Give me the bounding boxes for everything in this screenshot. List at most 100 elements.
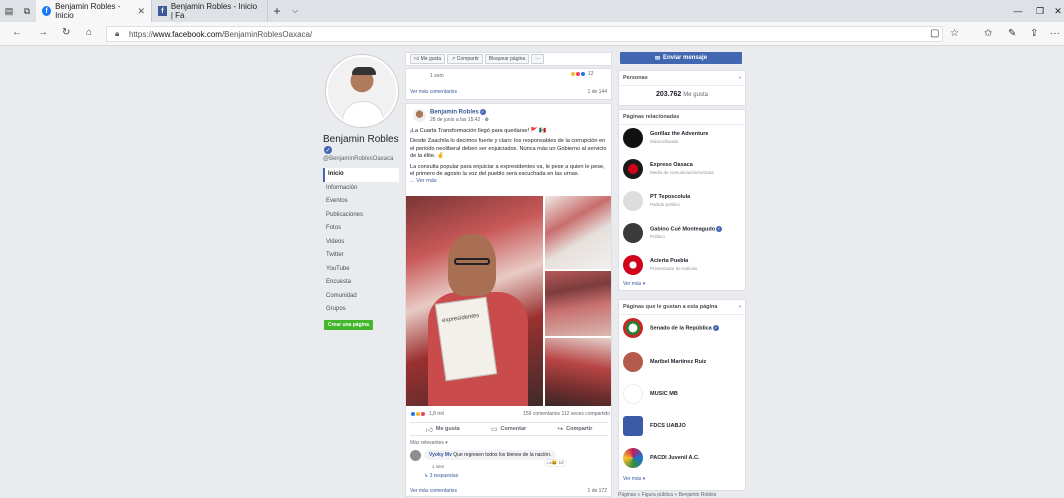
facebook-page: Benjamin Robles ✓ @BenjaminRoblesOaxaca … <box>0 46 1064 498</box>
facebook-favicon-icon: f <box>158 6 167 16</box>
share-button[interactable]: ↪ Compartir <box>557 425 592 433</box>
new-tab-button[interactable]: + <box>268 0 286 22</box>
share-icon[interactable]: ⇪ <box>1030 28 1038 39</box>
liked-page-item[interactable]: MUSIC MB <box>623 384 743 408</box>
replies-link[interactable]: ↳ 3 respuestas <box>424 473 458 479</box>
chevron-right-icon[interactable]: › <box>739 75 741 81</box>
related-see-more-link[interactable]: Ver más ▾ <box>623 281 645 287</box>
post-author-avatar[interactable] <box>413 109 426 122</box>
favorites-hub-icon[interactable]: ✩ <box>984 28 992 39</box>
nav-grupos[interactable]: Grupos <box>323 303 399 317</box>
prev-comment-count: 1 de 144 <box>587 89 607 95</box>
liked-page-item[interactable]: Senado de la República ✓ <box>623 318 743 342</box>
breadcrumb[interactable]: Páginas » Figura pública » Benjamin Robl… <box>618 492 716 498</box>
related-page-item[interactable]: Gabino Cué Monteagudo ✓ Político <box>623 223 743 247</box>
messenger-icon: ✉ <box>654 55 660 62</box>
pen-notes-icon[interactable]: ✎ <box>1008 28 1016 39</box>
related-page-item[interactable]: Expreso Oaxaca Medio de comunicación/not… <box>623 159 743 183</box>
post-photo-main[interactable]: expresidentes <box>406 196 543 406</box>
send-message-button[interactable]: ✉ Enviar mensaje <box>620 52 742 64</box>
post-photo-4[interactable] <box>545 338 611 406</box>
more-icon[interactable]: ··· <box>1050 28 1060 39</box>
comment-sort-dropdown[interactable]: Más relevantes ▾ <box>410 440 448 446</box>
commenter-name[interactable]: Vyoky Mv <box>429 452 452 458</box>
liked-see-more-link[interactable]: Ver más ▾ <box>623 476 645 482</box>
verified-badge-icon: ✓ <box>324 146 332 154</box>
close-tab-icon[interactable]: ✕ <box>137 6 145 17</box>
page-title[interactable]: Benjamin Robles <box>323 134 399 145</box>
tab-benjamin-robles[interactable]: f Benjamin Robles - Inicio ✕ <box>36 0 152 22</box>
nav-comunidad[interactable]: Comunidad <box>323 290 399 304</box>
liked-page-item[interactable]: Maribel Martínez Ruiz <box>623 352 743 376</box>
see-more-link[interactable]: ... Ver más <box>410 178 437 184</box>
home-icon[interactable]: ⌂ <box>86 27 92 38</box>
commenter-avatar[interactable] <box>410 450 421 461</box>
thumbs-up-icon: 👍︎ <box>425 426 433 434</box>
liked-page-avatar <box>623 318 643 338</box>
block-page-button[interactable]: Bloquear página <box>484 54 530 64</box>
url-input[interactable]: 🔒︎ https://www.facebook.com/BenjaminRobl… <box>106 26 943 42</box>
liked-pages-card: Páginas que le gustan a esta página › Sen… <box>618 299 746 491</box>
nav-youtube[interactable]: YouTube <box>323 263 399 277</box>
related-page-avatar <box>623 128 643 148</box>
related-page-item[interactable]: PT Teposcolula Partido político <box>623 191 743 215</box>
back-icon[interactable]: ← <box>12 27 22 38</box>
liked-page-item[interactable]: FDCS UABJO <box>623 416 743 440</box>
post-photo-2[interactable] <box>545 196 611 269</box>
nav-twitter[interactable]: Twitter <box>323 249 399 263</box>
related-page-item[interactable]: Gorillaz the Adventure Músico/banda <box>623 128 743 152</box>
nav-videos[interactable]: Videos <box>323 236 399 250</box>
post-actions: 👍︎ Me gusta ▭ Comentar ↪ Compartir <box>410 422 608 436</box>
nav-fotos[interactable]: Fotos <box>323 222 399 236</box>
tab-benjamin-robles-2[interactable]: f Benjamin Robles - Inicio | Fa <box>152 0 268 22</box>
liked-page-item[interactable]: PACDI Juvenil A.C. <box>623 448 743 472</box>
prev-post-time: 1 sem <box>430 73 444 79</box>
comment-time[interactable]: 1 sem <box>432 464 444 469</box>
minimize-button[interactable]: — <box>1006 0 1030 22</box>
related-page-avatar <box>623 191 643 211</box>
globe-icon: 🌐︎ <box>484 117 489 123</box>
chevron-right-icon[interactable]: › <box>739 304 741 310</box>
share-page-button[interactable]: ↗ Compartir <box>447 54 483 64</box>
nav-publicaciones[interactable]: Publicaciones <box>323 209 399 223</box>
people-title[interactable]: Personas <box>623 75 648 81</box>
love-reaction-icon[interactable] <box>420 411 426 417</box>
liked-title[interactable]: Páginas que le gustan a esta página <box>623 304 717 310</box>
refresh-icon[interactable]: ↻ <box>62 27 70 38</box>
related-page-item[interactable]: Acierta Puebla Presentador de noticias <box>623 255 743 279</box>
more-options-button[interactable]: ··· <box>531 54 545 64</box>
forward-icon[interactable]: → <box>38 27 48 38</box>
left-nav: Inicio Información Eventos Publicaciones… <box>323 168 399 317</box>
comment-reactions[interactable]: 👍︎😆 13 <box>545 460 566 466</box>
nav-eventos[interactable]: Eventos <box>323 195 399 209</box>
like-button[interactable]: 👍︎ Me gusta <box>426 425 460 434</box>
post-photo-grid: expresidentes <box>406 196 611 406</box>
nav-inicio[interactable]: Inicio <box>323 168 399 182</box>
comment-share-stats[interactable]: 159 comentarios 112 veces compartido <box>523 411 610 417</box>
prev-more-comments-link[interactable]: Ver más comentarios <box>410 89 457 95</box>
comment-icon: ▭ <box>490 426 498 433</box>
tab-actions-icon[interactable]: ▤ <box>0 0 18 22</box>
close-window-button[interactable]: ✕ <box>1046 0 1064 22</box>
like-page-button[interactable]: 👍︎ Me gusta <box>410 54 446 64</box>
favorite-star-icon[interactable]: ☆ <box>950 28 959 39</box>
post-photo-3[interactable] <box>545 271 611 336</box>
nav-encuesta[interactable]: Encuesta <box>323 276 399 290</box>
comment-count: 1 de 172 <box>587 488 607 494</box>
tab-list-chevron-icon[interactable]: ⌵ <box>286 0 304 22</box>
related-pages-card: Páginas relacionadas Gorillaz the Advent… <box>618 109 746 291</box>
facebook-favicon-icon: f <box>42 6 52 16</box>
reading-view-icon[interactable]: ▢ <box>930 28 939 39</box>
more-comments-link[interactable]: Ver más comentarios <box>410 488 457 494</box>
nav-informacion[interactable]: Información <box>323 182 399 196</box>
comment-button[interactable]: ▭ Comentar <box>491 425 526 433</box>
reaction-count[interactable]: 1,8 mil <box>429 411 444 417</box>
page-handle[interactable]: @BenjaminRoblesOaxaca <box>323 156 393 162</box>
create-page-button[interactable]: Crear una página <box>324 320 373 330</box>
prev-post-reactions[interactable]: 12 <box>570 71 594 77</box>
profile-avatar[interactable] <box>326 55 398 127</box>
set-aside-tabs-icon[interactable]: ⧉ <box>18 0 36 22</box>
post-timestamp[interactable]: 28 de junio a las 15:42 · 🌐︎ <box>430 117 489 123</box>
post-author[interactable]: Benjamin Robles ✓ <box>430 109 486 116</box>
related-page-avatar <box>623 223 643 243</box>
